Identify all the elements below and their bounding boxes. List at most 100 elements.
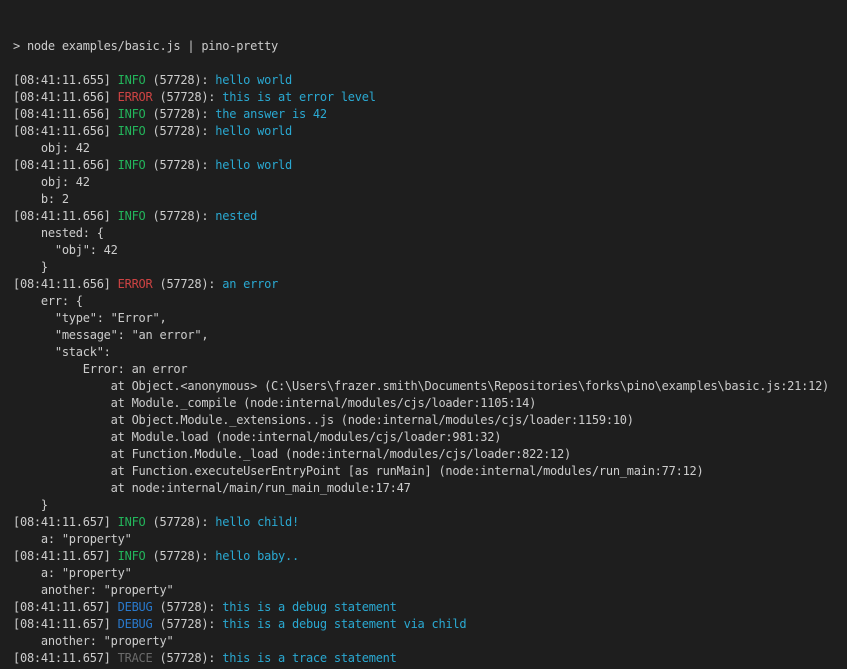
- log-pid: (57728):: [153, 617, 223, 631]
- log-level-error: ERROR: [118, 90, 153, 104]
- log-timestamp: [08:41:11.655]: [13, 73, 118, 87]
- terminal-line: at Function.executeUserEntryPoint [as ru…: [13, 463, 847, 480]
- log-pid: (57728):: [153, 600, 223, 614]
- log-level-trace: TRACE: [118, 651, 153, 665]
- terminal-line: at node:internal/main/run_main_module:17…: [13, 480, 847, 497]
- terminal-line: at Object.<anonymous> (C:\Users\frazer.s…: [13, 378, 847, 395]
- log-timestamp: [08:41:11.657]: [13, 617, 118, 631]
- terminal-line: another: "property": [13, 582, 847, 599]
- log-message: hello world: [215, 73, 292, 87]
- terminal-line: }: [13, 497, 847, 514]
- log-property-line: "message": "an error",: [13, 328, 208, 342]
- terminal-line: at Object.Module._extensions..js (node:i…: [13, 412, 847, 429]
- log-level-info: INFO: [118, 549, 146, 563]
- terminal-line: [08:41:11.657] DEBUG (57728): this is a …: [13, 599, 847, 616]
- log-timestamp: [08:41:11.656]: [13, 90, 118, 104]
- terminal-line: nested: {: [13, 225, 847, 242]
- terminal-line: obj: 42: [13, 140, 847, 157]
- log-level-info: INFO: [118, 515, 146, 529]
- terminal-line: [08:41:11.657] INFO (57728): hello baby.…: [13, 548, 847, 565]
- log-level-info: INFO: [118, 158, 146, 172]
- log-pid: (57728):: [146, 107, 216, 121]
- log-property-line: another: "property": [13, 634, 173, 648]
- log-message: hello child!: [215, 515, 299, 529]
- terminal-line: [08:41:11.656] INFO (57728): hello world: [13, 123, 847, 140]
- log-property-line: at Module.load (node:internal/modules/cj…: [13, 430, 501, 444]
- log-level-debug: DEBUG: [118, 617, 153, 631]
- log-pid: (57728):: [146, 158, 216, 172]
- log-property-line: Error: an error: [13, 362, 187, 376]
- log-property-line: }: [13, 498, 48, 512]
- log-level-info: INFO: [118, 209, 146, 223]
- log-property-line: obj: 42: [13, 141, 90, 155]
- terminal-line: at Function.Module._load (node:internal/…: [13, 446, 847, 463]
- log-property-line: nested: {: [13, 226, 104, 240]
- log-timestamp: [08:41:11.657]: [13, 651, 118, 665]
- terminal-line: [08:41:11.657] TRACE (57728): this is a …: [13, 650, 847, 667]
- log-property-line: err: {: [13, 294, 83, 308]
- log-message: hello world: [215, 124, 292, 138]
- log-message: this is a trace statement: [222, 651, 396, 665]
- log-level-error: ERROR: [118, 277, 153, 291]
- terminal-window: > node examples/basic.js | pino-pretty […: [0, 0, 847, 669]
- terminal-line: [08:41:11.656] ERROR (57728): this is at…: [13, 89, 847, 106]
- log-property-line: a: "property": [13, 532, 132, 546]
- terminal-line: "message": "an error",: [13, 327, 847, 344]
- terminal-line: a: "property": [13, 565, 847, 582]
- log-pid: (57728):: [146, 549, 216, 563]
- log-message: this is a debug statement via child: [222, 617, 466, 631]
- terminal-line: "type": "Error",: [13, 310, 847, 327]
- terminal-line: [08:41:11.656] INFO (57728): hello world: [13, 157, 847, 174]
- log-message: nested: [215, 209, 257, 223]
- log-property-line: at Module._compile (node:internal/module…: [13, 396, 536, 410]
- log-property-line: obj: 42: [13, 175, 90, 189]
- terminal-line: [08:41:11.657] INFO (57728): hello child…: [13, 514, 847, 531]
- terminal-line: [08:41:11.655] INFO (57728): hello world: [13, 72, 847, 89]
- log-message: hello world: [215, 158, 292, 172]
- terminal-line: > node examples/basic.js | pino-pretty: [13, 38, 847, 55]
- log-pid: (57728):: [153, 651, 223, 665]
- terminal-line: [08:41:11.656] INFO (57728): the answer …: [13, 106, 847, 123]
- log-pid: (57728):: [153, 277, 223, 291]
- log-property-line: at Function.Module._load (node:internal/…: [13, 447, 571, 461]
- log-pid: (57728):: [146, 73, 216, 87]
- log-timestamp: [08:41:11.657]: [13, 549, 118, 563]
- log-level-debug: DEBUG: [118, 600, 153, 614]
- log-message: this is at error level: [222, 90, 375, 104]
- log-property-line: }: [13, 260, 48, 274]
- terminal-line: [08:41:11.657] DEBUG (57728): this is a …: [13, 616, 847, 633]
- log-property-line: another: "property": [13, 583, 173, 597]
- log-timestamp: [08:41:11.656]: [13, 209, 118, 223]
- command-line: > node examples/basic.js | pino-pretty: [13, 39, 278, 53]
- log-timestamp: [08:41:11.656]: [13, 277, 118, 291]
- log-level-info: INFO: [118, 124, 146, 138]
- log-property-line: a: "property": [13, 566, 132, 580]
- log-message: the answer is 42: [215, 107, 327, 121]
- terminal-line: }: [13, 259, 847, 276]
- terminal-line: another: "property": [13, 633, 847, 650]
- log-pid: (57728):: [153, 90, 223, 104]
- log-property-line: at Object.<anonymous> (C:\Users\frazer.s…: [13, 379, 829, 393]
- blank-line: [13, 56, 20, 70]
- terminal-line: Error: an error: [13, 361, 847, 378]
- terminal-line: at Module._compile (node:internal/module…: [13, 395, 847, 412]
- log-timestamp: [08:41:11.657]: [13, 515, 118, 529]
- log-property-line: "stack":: [13, 345, 111, 359]
- terminal-line: [08:41:11.656] ERROR (57728): an error: [13, 276, 847, 293]
- log-pid: (57728):: [146, 209, 216, 223]
- terminal-line: [08:41:11.656] INFO (57728): nested: [13, 208, 847, 225]
- terminal-line: err: {: [13, 293, 847, 310]
- terminal-line: obj: 42: [13, 174, 847, 191]
- log-message: this is a debug statement: [222, 600, 396, 614]
- terminal-line: at Module.load (node:internal/modules/cj…: [13, 429, 847, 446]
- log-timestamp: [08:41:11.656]: [13, 158, 118, 172]
- terminal-line: b: 2: [13, 191, 847, 208]
- log-property-line: at Object.Module._extensions..js (node:i…: [13, 413, 634, 427]
- log-message: an error: [222, 277, 278, 291]
- log-property-line: at Function.executeUserEntryPoint [as ru…: [13, 464, 704, 478]
- log-pid: (57728):: [146, 124, 216, 138]
- log-timestamp: [08:41:11.656]: [13, 107, 118, 121]
- log-property-line: at node:internal/main/run_main_module:17…: [13, 481, 411, 495]
- terminal-line: "stack":: [13, 344, 847, 361]
- log-timestamp: [08:41:11.656]: [13, 124, 118, 138]
